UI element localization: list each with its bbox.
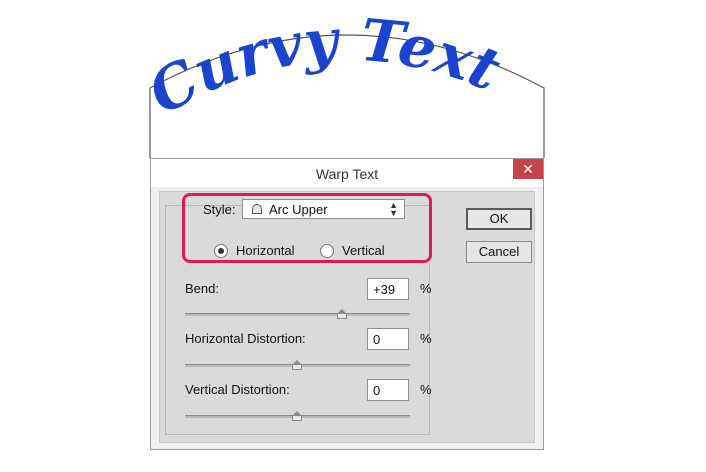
curvy-text: Curvy Text	[137, 6, 510, 128]
warp-preview: Curvy Text	[0, 0, 706, 170]
highlight-box	[182, 193, 432, 263]
ok-button[interactable]: OK	[466, 208, 532, 230]
vertical-distortion-input[interactable]: 0	[367, 379, 409, 401]
close-button[interactable]: ✕	[513, 159, 543, 179]
horizontal-distortion-input[interactable]: 0	[367, 328, 409, 350]
bend-slider-track[interactable]	[185, 313, 410, 316]
bend-input[interactable]: +39	[367, 278, 409, 300]
dialog-titlebar: Warp Text ✕	[151, 159, 543, 187]
bend-label: Bend:	[185, 281, 219, 296]
vertical-distortion-unit: %	[420, 382, 432, 397]
horizontal-distortion-unit: %	[420, 331, 432, 346]
dialog-title: Warp Text	[315, 166, 379, 182]
cancel-button[interactable]: Cancel	[466, 241, 532, 263]
horizontal-distortion-label: Horizontal Distortion:	[185, 331, 306, 346]
vertical-distortion-label: Vertical Distortion:	[185, 382, 290, 397]
close-icon: ✕	[522, 161, 534, 177]
preview-canvas: Curvy Text	[137, 6, 545, 158]
bend-unit: %	[420, 281, 432, 296]
